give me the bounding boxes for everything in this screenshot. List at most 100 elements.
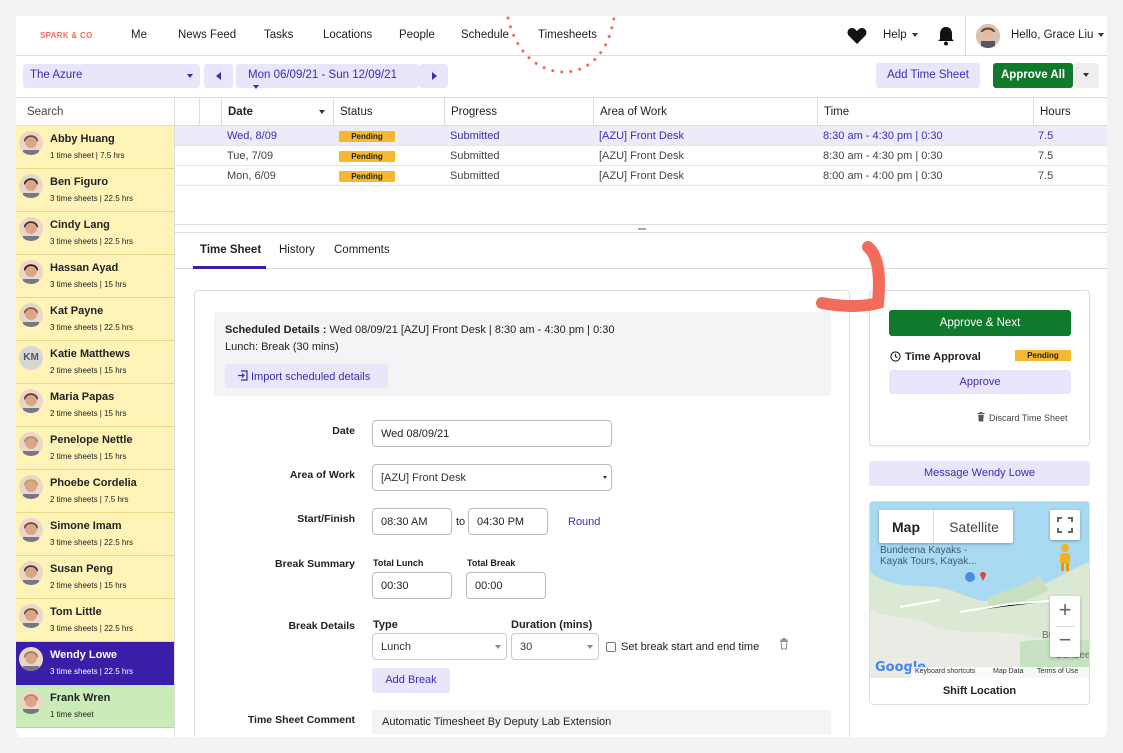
date-field[interactable]: Wed 08/09/21 (372, 420, 612, 447)
header-date[interactable]: Date (221, 98, 333, 126)
approve-all-button[interactable]: Approve All (993, 63, 1073, 88)
keyboard-shortcuts-link[interactable]: Keyboard shortcuts (915, 668, 975, 675)
table-row[interactable]: Mon, 6/09 Pending Submitted [AZU] Front Des… (175, 166, 1107, 186)
scheduled-details: Scheduled Details : Wed 08/09/21 [AZU] F… (214, 312, 831, 396)
user-menu[interactable]: Hello, Grace Liu (1011, 29, 1105, 41)
area-select[interactable]: [AZU] Front Desk (372, 464, 612, 491)
duration-label: Duration (mins) (511, 619, 593, 631)
trash-icon[interactable] (779, 638, 789, 650)
sidebar-person[interactable]: Wendy Lowe 3 time sheets | 22.5 hrs (16, 642, 174, 685)
header-time[interactable]: Time (817, 98, 1033, 126)
approve-button[interactable]: Approve (889, 370, 1071, 394)
person-meta: 2 time sheets | 15 hrs (50, 409, 127, 418)
finish-time-field[interactable]: 04:30 PM (468, 508, 548, 535)
sidebar-person[interactable]: Cindy Lang 3 time sheets | 22.5 hrs (16, 212, 174, 255)
nav-locations[interactable]: Locations (323, 29, 372, 41)
sidebar-person[interactable]: Simone Imam 3 time sheets | 22.5 hrs (16, 513, 174, 556)
type-label: Type (373, 619, 398, 631)
map-data-link[interactable]: Map Data (993, 668, 1023, 675)
person-name: Simone Imam (50, 520, 122, 532)
zoom-in-button[interactable]: + (1050, 596, 1080, 626)
heart-icon[interactable] (847, 27, 867, 45)
satellite-tab[interactable]: Satellite (935, 510, 1013, 543)
search-input[interactable]: Search (16, 98, 174, 126)
top-nav: SPARK & CO Me News Feed Tasks Locations … (16, 16, 1107, 56)
sidebar-person[interactable]: Abby Huang 1 time sheet | 7.5 hrs (16, 126, 174, 169)
message-button[interactable]: Message Wendy Lowe (869, 461, 1090, 486)
pane-splitter[interactable] (175, 224, 1107, 233)
approve-all-dropdown[interactable] (1075, 63, 1099, 88)
tab-history[interactable]: History (279, 244, 315, 256)
tab-time-sheet[interactable]: Time Sheet (200, 244, 261, 256)
cell-date: Tue, 7/09 (227, 150, 274, 162)
set-break-checkbox[interactable] (606, 642, 616, 652)
table-row[interactable]: Tue, 7/09 Pending Submitted [AZU] Front Des… (175, 146, 1107, 166)
sidebar-person[interactable]: KM Katie Matthews 2 time sheets | 15 hrs (16, 341, 174, 384)
help-menu[interactable]: Help (883, 29, 918, 41)
terms-link[interactable]: Terms of Use (1037, 668, 1078, 675)
cell-area: [AZU] Front Desk (599, 150, 684, 162)
table-row[interactable]: Wed, 8/09 Pending Submitted [AZU] Front Des… (175, 126, 1107, 146)
brand-logo[interactable]: SPARK & CO (40, 31, 93, 40)
sidebar-person[interactable]: Hassan Ayad 3 time sheets | 15 hrs (16, 255, 174, 298)
avatar (19, 604, 43, 628)
round-link[interactable]: Round (568, 516, 600, 528)
comment-field[interactable]: Automatic Timesheet By Deputy Lab Extens… (372, 710, 831, 734)
cell-area: [AZU] Front Desk (599, 130, 684, 142)
tab-comments[interactable]: Comments (334, 244, 390, 256)
chevron-down-icon (603, 476, 607, 479)
add-time-sheet-button[interactable]: Add Time Sheet (876, 63, 980, 88)
sidebar-person[interactable]: Maria Papas 2 time sheets | 15 hrs (16, 384, 174, 427)
header-status[interactable]: Status (333, 98, 445, 126)
nav-timesheets[interactable]: Timesheets (538, 29, 597, 41)
zoom-out-button[interactable]: − (1050, 627, 1080, 657)
sidebar-person[interactable]: Phoebe Cordelia 2 time sheets | 7.5 hrs (16, 470, 174, 513)
bell-icon[interactable] (937, 26, 955, 46)
prev-week-button[interactable] (204, 64, 233, 88)
user-greeting: Hello, Grace Liu (1011, 29, 1094, 41)
total-break-field[interactable]: 00:00 (466, 572, 546, 599)
cell-time: 8:30 am - 4:30 pm | 0:30 (823, 130, 943, 142)
approve-next-button[interactable]: Approve & Next (889, 310, 1071, 336)
fullscreen-button[interactable] (1050, 510, 1080, 540)
cell-progress: Submitted (450, 170, 500, 182)
discard-link[interactable]: Discard Time Sheet (989, 413, 1068, 423)
map-view[interactable]: Bundeena Kayaks - Kayak Tours, Kayak... … (870, 502, 1089, 678)
start-time-field[interactable]: 08:30 AM (372, 508, 452, 535)
pegman-button[interactable] (1050, 539, 1080, 575)
cell-hours: 7.5 (1038, 170, 1054, 182)
map-tab[interactable]: Map (879, 510, 934, 543)
nav-news-feed[interactable]: News Feed (178, 29, 236, 41)
sidebar-person[interactable]: Penelope Nettle 2 time sheets | 15 hrs (16, 427, 174, 470)
header-progress[interactable]: Progress (444, 98, 594, 126)
date-range-select[interactable]: Mon 06/09/21 - Sun 12/09/21 (236, 64, 419, 89)
add-break-button[interactable]: Add Break (372, 668, 450, 693)
sort-icon (319, 110, 325, 114)
header-area[interactable]: Area of Work (593, 98, 817, 126)
avatar (19, 303, 43, 327)
nav-divider (965, 16, 966, 56)
nav-people[interactable]: People (399, 29, 435, 41)
area-label: Area of Work (289, 469, 355, 481)
location-select[interactable]: The Azure (23, 64, 200, 88)
header-hours[interactable]: Hours (1033, 98, 1107, 126)
sidebar-person[interactable]: Kat Payne 3 time sheets | 22.5 hrs (16, 298, 174, 341)
nav-me[interactable]: Me (131, 29, 147, 41)
import-scheduled-button[interactable]: Import scheduled details (225, 364, 388, 388)
nav-tasks[interactable]: Tasks (264, 29, 293, 41)
shift-location-caption: Shift Location (942, 685, 1017, 697)
sidebar-person[interactable]: Ben Figuro 3 time sheets | 22.5 hrs (16, 169, 174, 212)
person-name: Katie Matthews (50, 348, 131, 360)
break-type-select[interactable]: Lunch (372, 633, 507, 660)
sidebar-person[interactable]: Tom Little 3 time sheets | 22.5 hrs (16, 599, 174, 642)
avatar (19, 690, 43, 714)
user-avatar[interactable] (976, 24, 1000, 48)
total-lunch-field[interactable]: 00:30 (372, 572, 452, 599)
chevron-down-icon (911, 32, 918, 37)
nav-schedule[interactable]: Schedule (461, 29, 509, 41)
sidebar-person[interactable]: Frank Wren 1 time sheet (16, 685, 174, 728)
place-label-2: Kayak Tours, Kayak... (880, 556, 977, 567)
break-duration-select[interactable]: 30 (511, 633, 599, 660)
sidebar-person[interactable]: Susan Peng 2 time sheets | 15 hrs (16, 556, 174, 599)
next-week-button[interactable] (419, 64, 448, 88)
